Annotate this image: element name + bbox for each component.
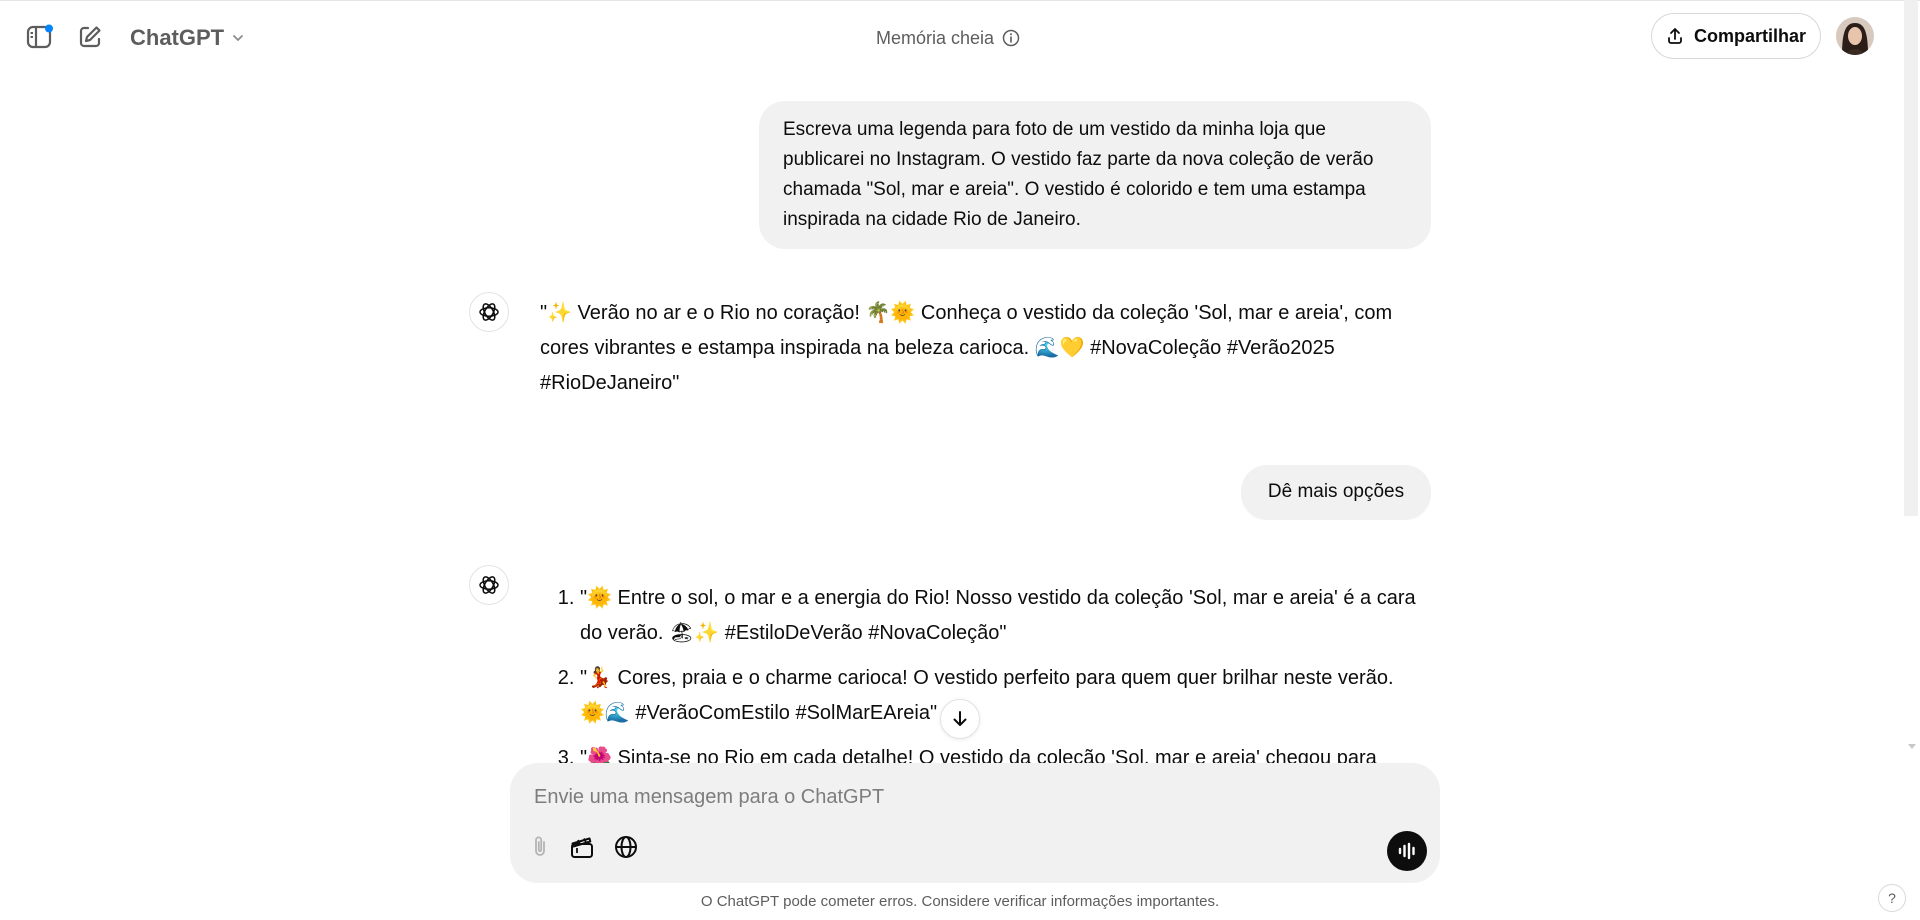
help-label: ? xyxy=(1888,890,1896,906)
new-chat-button[interactable] xyxy=(70,17,110,57)
tools-button[interactable] xyxy=(564,829,600,865)
sidebar-toggle-button[interactable] xyxy=(20,17,60,57)
avatar-image xyxy=(1836,17,1874,55)
user-message-text: Escreva uma legenda para foto de um vest… xyxy=(783,119,1374,230)
assistant-avatar xyxy=(469,565,509,605)
user-message: Escreva uma legenda para foto de um vest… xyxy=(759,101,1431,249)
list-item: "💃 Cores, praia e o charme carioca! O ve… xyxy=(580,661,1420,731)
assistant-avatar xyxy=(469,292,509,332)
model-selector[interactable]: ChatGPT xyxy=(130,23,246,53)
arrow-down-icon xyxy=(953,711,967,726)
user-message-text: Dê mais opções xyxy=(1267,481,1405,502)
assistant-message-text: "✨ Verão no ar e o Rio no coração! 🌴🌞 Co… xyxy=(540,302,1393,394)
assistant-message: "✨ Verão no ar e o Rio no coração! 🌴🌞 Co… xyxy=(540,296,1420,401)
share-button[interactable]: Compartilhar xyxy=(1651,13,1821,59)
clapperboard-icon xyxy=(571,837,593,858)
openai-logo-icon xyxy=(479,576,499,594)
upload-icon xyxy=(1668,28,1682,44)
scrollbar[interactable] xyxy=(1902,0,1920,760)
attach-button[interactable] xyxy=(522,829,558,865)
scrollbar-down-arrow[interactable] xyxy=(1908,744,1916,749)
user-message: Dê mais opções xyxy=(1241,465,1431,520)
voice-mode-button[interactable] xyxy=(1387,831,1427,871)
scroll-to-bottom-button[interactable] xyxy=(940,699,980,739)
chevron-down-icon xyxy=(233,35,244,41)
top-bar: ChatGPT Memória cheia Compartilhar xyxy=(0,0,1920,75)
list-item: "🌞 Entre o sol, o mar e a energia do Rio… xyxy=(580,581,1420,651)
disclaimer-text: O ChatGPT pode cometer erros. Considere … xyxy=(700,893,1220,910)
memory-status-label: Memória cheia xyxy=(876,27,995,48)
paperclip-icon xyxy=(535,836,545,856)
message-input[interactable] xyxy=(532,781,1336,813)
info-icon xyxy=(1002,29,1020,47)
search-button[interactable] xyxy=(608,829,644,865)
sidebar-toggle-icon xyxy=(26,24,53,49)
assistant-message: "🌞 Entre o sol, o mar e a energia do Rio… xyxy=(540,581,1420,767)
model-name: ChatGPT xyxy=(130,25,225,50)
openai-logo-icon xyxy=(479,303,499,321)
audio-waveform-icon xyxy=(1398,842,1415,860)
help-button[interactable]: ? xyxy=(1878,884,1906,912)
memory-status[interactable]: Memória cheia xyxy=(876,25,1020,51)
globe-icon xyxy=(615,836,637,858)
scrollbar-thumb[interactable] xyxy=(1904,0,1918,516)
edit-icon xyxy=(79,26,101,48)
user-avatar[interactable] xyxy=(1836,17,1874,55)
caption-options-list: "🌞 Entre o sol, o mar e a energia do Rio… xyxy=(540,581,1420,767)
message-composer xyxy=(510,763,1440,883)
chat-app: ChatGPT Memória cheia Compartilhar Escre… xyxy=(0,0,1920,920)
share-label: Compartilhar xyxy=(1693,25,1807,46)
